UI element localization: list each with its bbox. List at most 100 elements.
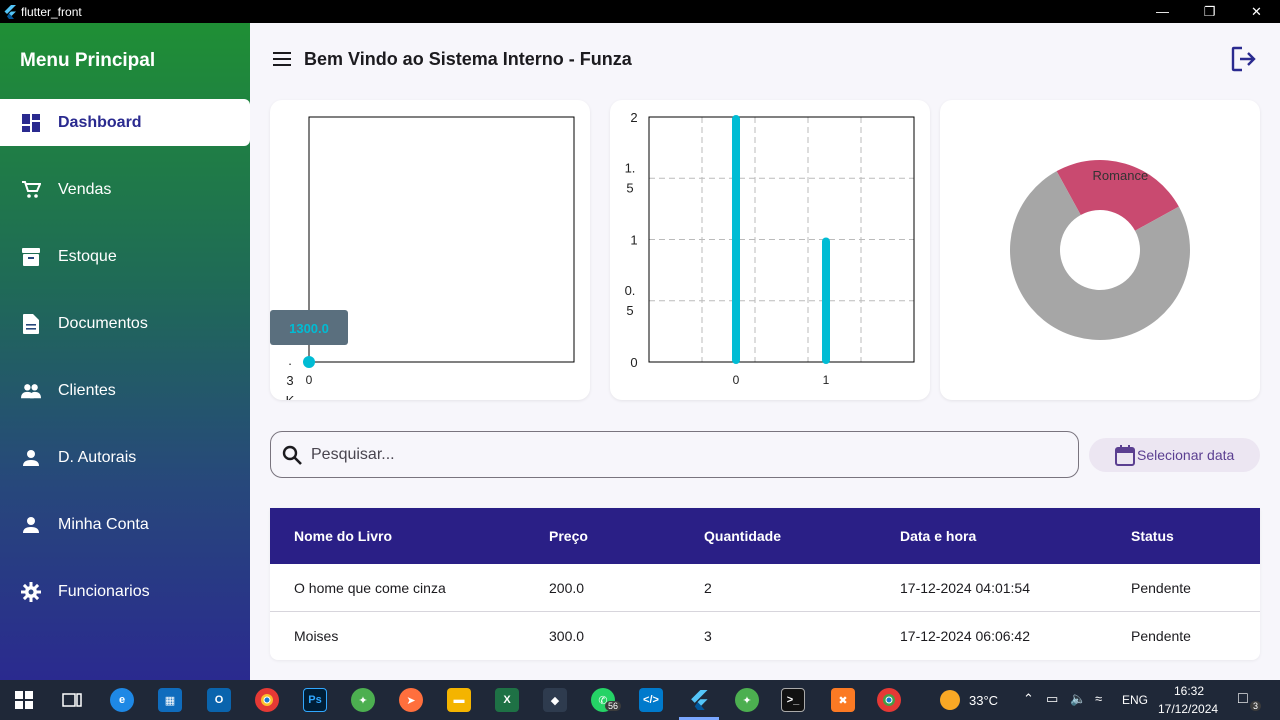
chevron-up-icon[interactable]: ⌃ [1023, 691, 1034, 707]
x-tick-label: 0 [733, 373, 740, 387]
column-header[interactable]: Status [1107, 528, 1260, 544]
vscode-icon[interactable]: </> [639, 688, 663, 712]
table-row[interactable]: Moises 300.0 3 17-12-2024 06:06:42 Pende… [270, 612, 1260, 660]
weather-icon[interactable] [940, 690, 960, 710]
notification-badge: 3 [1250, 701, 1262, 711]
photoshop-icon[interactable]: Ps [303, 688, 327, 712]
window-title-bar: flutter_front — ❐ ✕ [0, 0, 1280, 23]
sidebar-item-minha-conta[interactable]: Minha Conta [0, 501, 250, 548]
sidebar-item-documentos[interactable]: Documentos [0, 300, 250, 347]
y-tick-label: 5 [626, 303, 633, 318]
edge-browser-icon[interactable]: e [110, 688, 134, 712]
spring-tool-icon[interactable]: ✦ [735, 688, 759, 712]
sidebar-item-label: Estoque [58, 247, 117, 265]
column-header[interactable]: Nome do Livro [270, 528, 525, 544]
table-cell: Pendente [1131, 628, 1191, 644]
slice-label: Romance [1093, 168, 1149, 183]
weather-temperature[interactable]: 33°C [969, 693, 998, 708]
hamburger-menu-icon[interactable] [271, 48, 293, 70]
sidebar-item-vendas[interactable]: Vendas [0, 166, 250, 213]
bar-chart: 0 1 0 0. 5 1 1. 5 2 [625, 110, 915, 387]
sidebar-item-funcionarios[interactable]: Funcionarios [0, 568, 250, 615]
y-tick-label: 2 [630, 110, 637, 125]
wifi-icon[interactable]: ≈ [1095, 691, 1102, 706]
sidebar-item-label: Dashboard [58, 113, 142, 131]
clock-time[interactable]: 16:32 [1174, 684, 1204, 698]
select-date-label: Selecionar data [1137, 447, 1235, 463]
search-icon [280, 443, 304, 467]
window-title: flutter_front [21, 4, 82, 19]
line-chart-card: 1.3K01300.0 [270, 100, 590, 400]
sidebar-item-label: Documentos [58, 314, 148, 332]
column-header[interactable]: Data e hora [876, 528, 1107, 544]
bar-chart-card: 0 1 0 0. 5 1 1. 5 2 [610, 100, 930, 400]
close-button[interactable]: ✕ [1233, 0, 1280, 23]
microsoft-store-icon[interactable]: ▦ [158, 688, 182, 712]
logout-icon[interactable] [1230, 45, 1258, 73]
table-header: Nome do Livro Preço Quantidade Data e ho… [270, 508, 1260, 564]
xampp-icon[interactable]: ✖ [831, 688, 855, 712]
table-cell: 17-12-2024 04:01:54 [900, 579, 1030, 596]
minimize-button[interactable]: — [1139, 0, 1186, 23]
dashboard-icon [21, 113, 41, 133]
y-tick-label: 5 [626, 180, 633, 195]
y-tick-label: . [288, 353, 292, 368]
table-cell: 2 [704, 579, 712, 596]
terminal-icon[interactable]: >_ [781, 688, 805, 712]
y-tick-label: K [286, 393, 295, 400]
y-tick-label: 0 [630, 355, 637, 370]
y-tick-label: 3 [286, 373, 293, 388]
file-explorer-icon[interactable]: ▬ [447, 688, 471, 712]
document-icon [21, 313, 41, 334]
postman-icon[interactable]: ➤ [399, 688, 423, 712]
speaker-icon[interactable]: 🔈 [1070, 691, 1086, 707]
git-tool-icon[interactable]: ◆ [543, 688, 567, 712]
app-bar: Bem Vindo ao Sistema Interno - Funza [250, 23, 1280, 95]
sidebar: Menu Principal Dashboard Vendas Estoque … [0, 23, 250, 680]
outlook-icon[interactable]: O [207, 688, 231, 712]
sidebar-item-dashboard[interactable]: Dashboard [0, 99, 250, 146]
x-tick-label: 1 [823, 373, 830, 387]
search-input[interactable] [311, 445, 1051, 464]
table-cell: Moises [294, 628, 339, 644]
table-cell: 300.0 [549, 628, 585, 644]
person-icon [21, 515, 41, 535]
table-cell: Pendente [1131, 579, 1191, 596]
language-indicator[interactable]: ENG [1122, 693, 1148, 707]
y-tick-label: 0. [625, 283, 636, 298]
whatsapp-badge: 56 [605, 701, 622, 711]
gear-icon [21, 581, 41, 602]
sidebar-item-clientes[interactable]: Clientes [0, 367, 250, 414]
flutter-icon [4, 4, 16, 19]
table-cell: O home que come cinza [294, 579, 446, 596]
column-header[interactable]: Quantidade [680, 528, 876, 544]
clock-date[interactable]: 17/12/2024 [1158, 702, 1218, 716]
table-row[interactable]: O home que come cinza 200.0 2 17-12-2024… [270, 564, 1260, 612]
sidebar-item-estoque[interactable]: Estoque [0, 233, 250, 280]
windows-start-icon[interactable] [12, 688, 36, 712]
excel-icon[interactable]: X [495, 688, 519, 712]
y-tick-label: 1. [625, 160, 636, 175]
select-date-button[interactable]: Selecionar data [1089, 438, 1260, 472]
notification-icon[interactable]: □ [1238, 690, 1248, 708]
column-header[interactable]: Preço [525, 528, 680, 544]
search-field[interactable] [270, 431, 1079, 478]
windows-taskbar: e ▦ O Ps ✦ ➤ ▬ X ◆ ✆ 56 </> ✦ >_ ✖ 33°C … [0, 680, 1280, 720]
task-view-icon[interactable] [60, 688, 84, 712]
sales-table: Nome do Livro Preço Quantidade Data e ho… [270, 508, 1260, 660]
chrome-icon[interactable] [255, 688, 279, 712]
sidebar-item-label: Vendas [58, 180, 112, 198]
pie-chart: Romance [1010, 160, 1190, 340]
chrome-profile-icon[interactable] [877, 688, 901, 712]
battery-icon[interactable]: ▭ [1046, 691, 1058, 707]
leaf-app-icon[interactable]: ✦ [351, 688, 375, 712]
person-icon [21, 448, 41, 468]
calendar-icon [1115, 445, 1135, 466]
cart-icon [21, 180, 41, 200]
archive-icon [21, 247, 41, 267]
maximize-button[interactable]: ❐ [1186, 0, 1233, 23]
flutter-app-icon[interactable] [687, 688, 711, 712]
sidebar-title: Menu Principal [20, 50, 156, 71]
sidebar-item-d-autorais[interactable]: D. Autorais [0, 434, 250, 481]
table-cell: 17-12-2024 06:06:42 [900, 628, 1030, 644]
